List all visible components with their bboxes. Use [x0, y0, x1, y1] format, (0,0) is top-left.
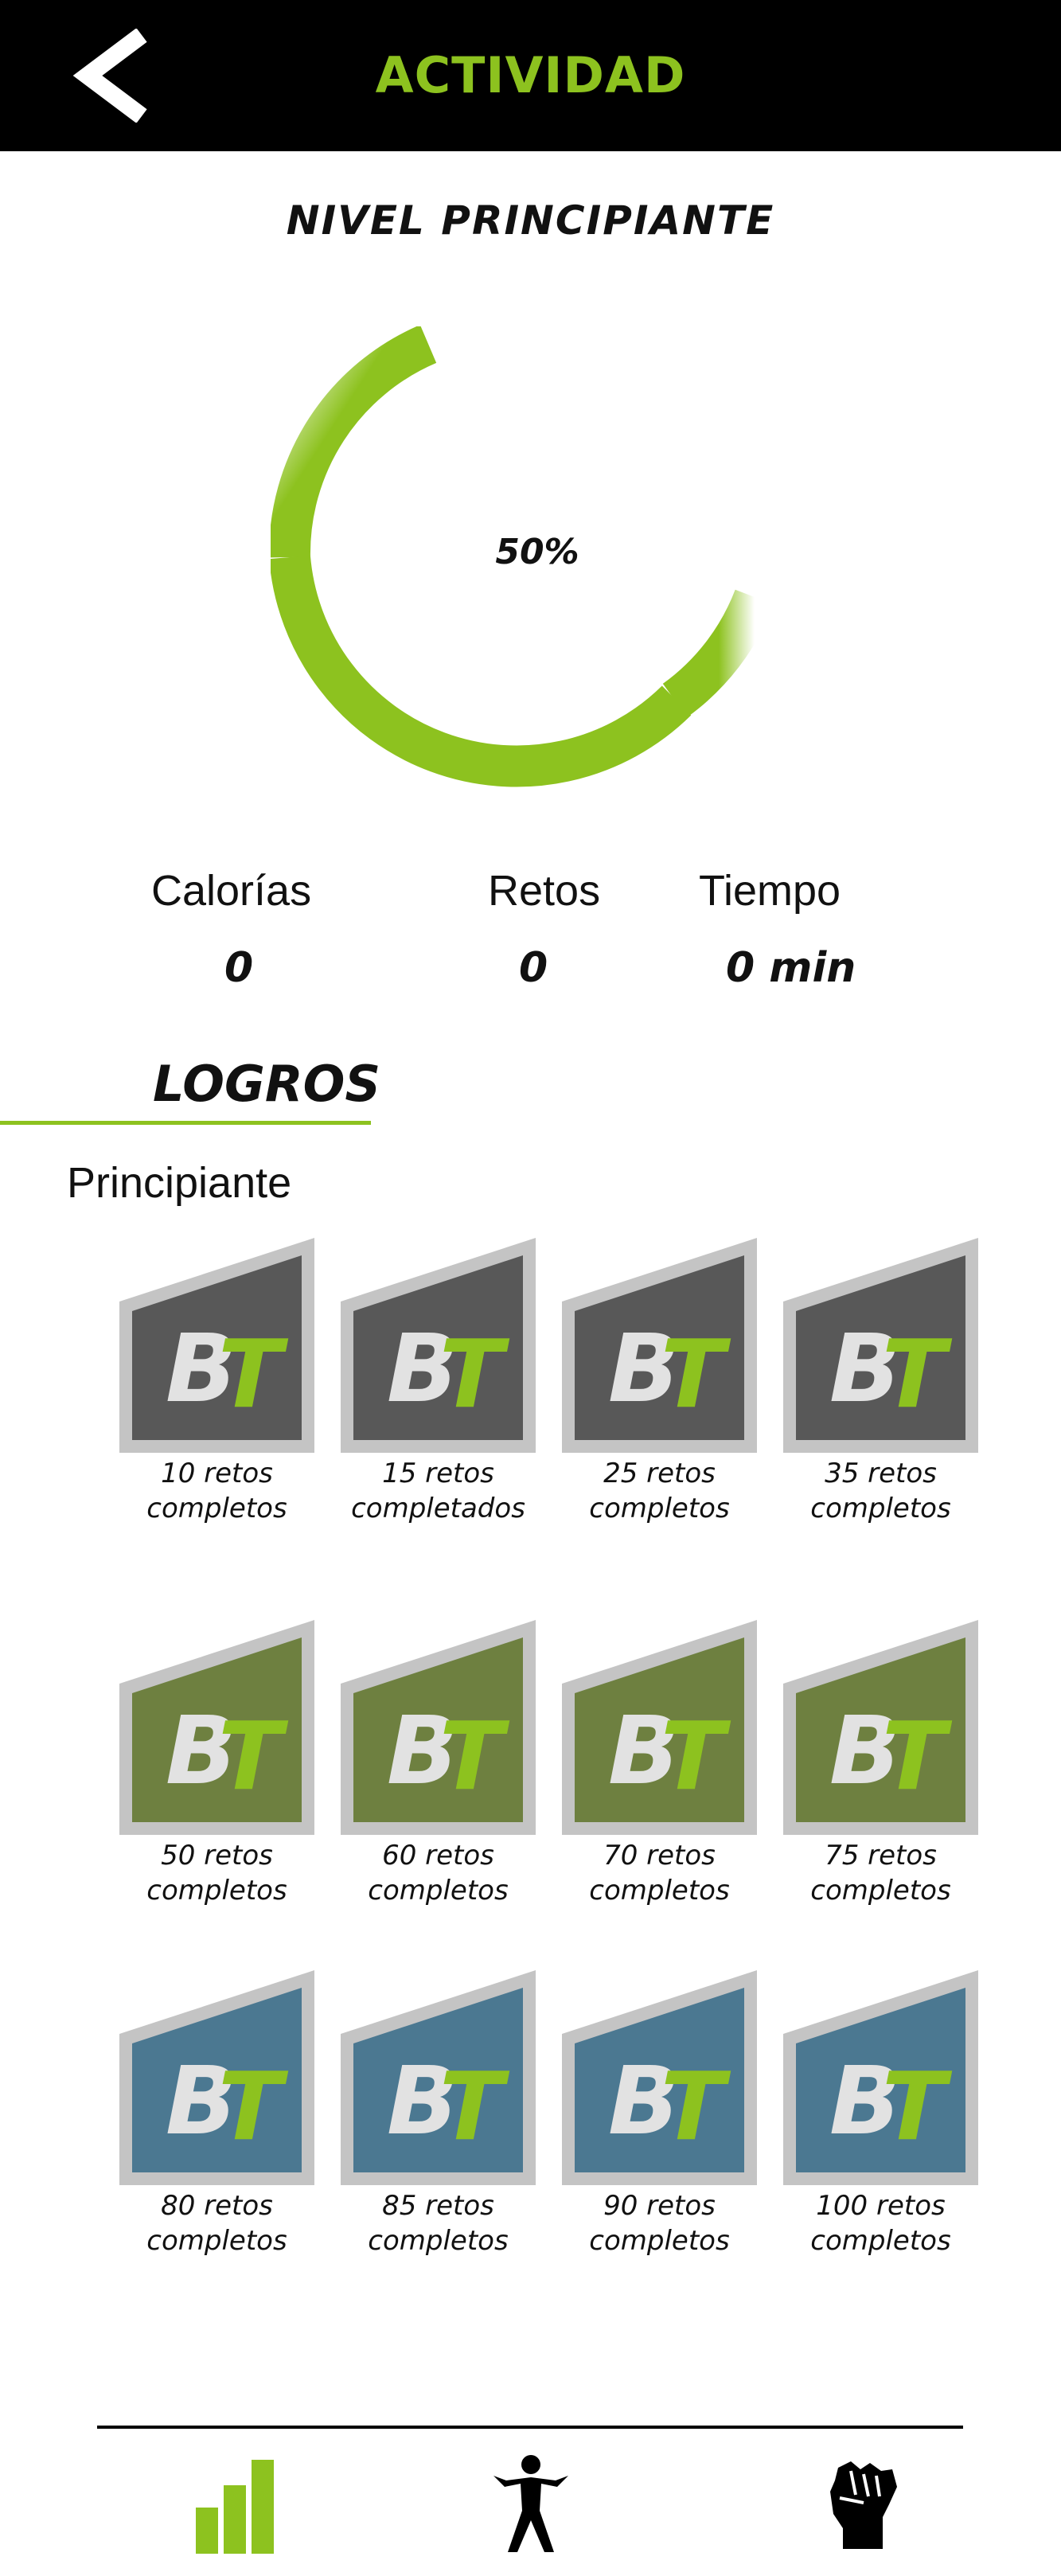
badge-caption: 15 retos completados [341, 1456, 536, 1526]
badge-caption-line1: 35 retos [825, 1458, 937, 1489]
achievement-badge[interactable]: B T 35 retos completos [783, 1238, 978, 1526]
svg-text:T: T [661, 1701, 731, 1811]
badge-caption-line2: completos [146, 1875, 287, 1907]
svg-text:T: T [882, 2051, 953, 2161]
svg-text:T: T [218, 1701, 289, 1811]
bt-badge-icon: BT [562, 1620, 757, 1835]
achievement-badge[interactable]: B T 60 retos completos [341, 1620, 536, 1908]
time-value: 0 min [726, 944, 856, 992]
level-title: NIVEL PRINCIPIANTE [286, 197, 775, 244]
achievement-badge[interactable]: B T 25 retos completos [562, 1238, 757, 1526]
badge-caption-line2: completos [810, 2225, 951, 2257]
badge-caption-line2: completos [589, 1875, 730, 1907]
bt-badge-icon: BT [119, 1238, 314, 1453]
svg-text:T: T [439, 2051, 510, 2161]
svg-text:T: T [218, 1319, 289, 1429]
bt-badge-icon: BT [783, 1238, 978, 1453]
badge-caption-line2: completos [810, 1875, 951, 1907]
progress-arc [271, 326, 437, 558]
nav-activity-button[interactable] [191, 2452, 279, 2555]
bt-badge-icon: BT [562, 1238, 757, 1453]
achievements-underline [0, 1121, 371, 1125]
badge-caption-line2: completos [368, 1875, 509, 1907]
bt-badge-icon: BT [783, 1970, 978, 2185]
achievement-badge[interactable]: B T 75 retos completos [783, 1620, 978, 1908]
badge-caption-line1: 85 retos [382, 2190, 494, 2222]
badge-caption-line2: completos [368, 2225, 509, 2257]
badge-caption-line2: completos [810, 1493, 951, 1524]
badge-caption-line1: 25 retos [603, 1458, 716, 1489]
badge-caption-line2: completos [146, 1493, 287, 1524]
bottom-nav-divider [97, 2426, 963, 2429]
bt-badge-icon: BT [341, 1970, 536, 2185]
bt-badge-icon: BT [341, 1620, 536, 1835]
badge-caption-line1: 50 retos [161, 1840, 273, 1872]
achievement-badge[interactable]: B T 70 retos completos [562, 1620, 757, 1908]
badge-caption: 35 retos completos [783, 1456, 978, 1526]
header-bar: ACTIVIDAD [0, 0, 1061, 151]
achievements-title: LOGROS [153, 1055, 380, 1113]
badge-caption: 75 retos completos [783, 1838, 978, 1908]
bt-badge-icon: BT [783, 1620, 978, 1835]
progress-percent-label: 50% [495, 532, 579, 572]
achievement-badge[interactable]: B T 100 retos completos [783, 1970, 978, 2258]
badge-caption: 50 retos completos [119, 1838, 314, 1908]
badge-caption-line1: 90 retos [603, 2190, 716, 2222]
badge-caption-line1: 75 retos [825, 1840, 937, 1872]
calories-label: Calorías [151, 867, 312, 915]
svg-text:T: T [661, 1319, 731, 1429]
bt-badge-icon: BT [562, 1970, 757, 2185]
progress-arc [271, 555, 692, 787]
bt-badge-icon: BT [119, 1620, 314, 1835]
calories-value: 0 [224, 944, 254, 992]
badge-caption-line2: completados [351, 1493, 525, 1524]
person-exercise-icon [493, 2455, 568, 2552]
badge-caption-line2: completos [146, 2225, 287, 2257]
achievement-badge[interactable]: B T 50 retos completos [119, 1620, 314, 1908]
achievement-badge[interactable]: B T 85 retos completos [341, 1970, 536, 2258]
nav-challenges-button[interactable] [816, 2452, 903, 2555]
badge-caption: 10 retos completos [119, 1456, 314, 1526]
badge-caption-line1: 100 retos [816, 2190, 946, 2222]
badge-caption-line1: 70 retos [603, 1840, 716, 1872]
bt-badge-icon: BT [119, 1970, 314, 2185]
badge-caption-line1: 80 retos [161, 2190, 273, 2222]
svg-text:T: T [661, 2051, 731, 2161]
svg-text:T: T [882, 1319, 953, 1429]
badge-caption-line1: 10 retos [161, 1458, 273, 1489]
badge-caption-line1: 15 retos [382, 1458, 494, 1489]
section-title: Principiante [67, 1159, 292, 1207]
badge-caption: 100 retos completos [783, 2188, 978, 2258]
badge-caption: 85 retos completos [341, 2188, 536, 2258]
svg-text:T: T [439, 1319, 510, 1429]
achievement-badge[interactable]: B T 90 retos completos [562, 1970, 757, 2258]
achievement-badge[interactable]: B T 80 retos completos [119, 1970, 314, 2258]
badge-caption-line1: 60 retos [382, 1840, 494, 1872]
badge-caption-line2: completos [589, 2225, 730, 2257]
bt-badge-icon: BT [341, 1238, 536, 1453]
challenges-value: 0 [519, 944, 548, 992]
challenges-label: Retos [488, 867, 601, 915]
svg-text:T: T [218, 2051, 289, 2161]
svg-text:T: T [439, 1701, 510, 1811]
badge-caption: 70 retos completos [562, 1838, 757, 1908]
bar-chart-icon [196, 2460, 274, 2554]
time-label: Tiempo [699, 867, 841, 915]
page-title: ACTIVIDAD [375, 46, 686, 104]
badge-caption-line2: completos [589, 1493, 730, 1524]
badge-caption: 60 retos completos [341, 1838, 536, 1908]
raised-fist-icon [830, 2461, 897, 2549]
nav-exercise-button[interactable] [487, 2452, 575, 2555]
badge-caption: 25 retos completos [562, 1456, 757, 1526]
progress-ring [271, 326, 764, 787]
progress-arc [662, 589, 764, 718]
svg-text:T: T [882, 1701, 953, 1811]
badge-caption: 90 retos completos [562, 2188, 757, 2258]
achievement-badge[interactable]: B T 15 retos completados [341, 1238, 536, 1526]
achievement-badge[interactable]: B T 10 retos completos [119, 1238, 314, 1526]
badge-caption: 80 retos completos [119, 2188, 314, 2258]
